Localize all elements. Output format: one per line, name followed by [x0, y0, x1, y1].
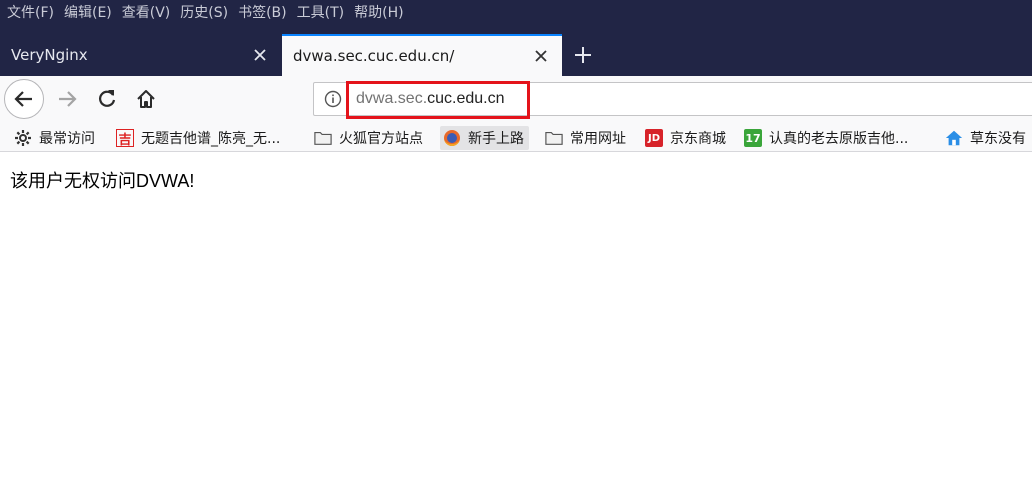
back-button[interactable]: [4, 79, 44, 119]
tab-dvwa[interactable]: dvwa.sec.cuc.edu.cn/: [282, 34, 562, 76]
url-highlight-box: [346, 81, 530, 119]
bookmark-label: 火狐官方站点: [339, 131, 423, 147]
close-icon[interactable]: [247, 42, 273, 68]
menu-tools[interactable]: 工具(T): [297, 2, 344, 22]
reload-icon: [99, 90, 116, 107]
bookmark-jd[interactable]: JD 京东商城: [645, 126, 726, 150]
bookmark-label: 认真的老去原版吉他...: [769, 131, 909, 147]
url-bar[interactable]: dvwa.sec.cuc.edu.cn: [313, 81, 1032, 119]
menu-view[interactable]: 查看(V): [122, 2, 171, 22]
bookmark-firefox-sites[interactable]: 火狐官方站点: [314, 126, 423, 150]
house-icon: [945, 129, 963, 147]
menu-history[interactable]: 历史(S): [180, 2, 228, 22]
new-tab-button[interactable]: [568, 40, 598, 70]
back-arrow-icon: [14, 91, 32, 107]
bookmark-getting-started[interactable]: 新手上路: [440, 126, 529, 150]
tab-title: VeryNginx: [11, 46, 88, 64]
folder-icon: [314, 129, 332, 147]
bookmark-label: 新手上路: [468, 131, 524, 147]
bookmark-guitar-original[interactable]: 17 认真的老去原版吉他...: [744, 126, 908, 150]
tab-bar: VeryNginx dvwa.sec.cuc.edu.cn/: [0, 24, 1032, 76]
menu-bookmarks[interactable]: 书签(B): [238, 2, 287, 22]
menu-bar: 文件(F) 编辑(E) 查看(V) 历史(S) 书签(B) 工具(T) 帮助(H…: [0, 0, 1032, 24]
reload-button[interactable]: [92, 84, 122, 114]
tab-title: dvwa.sec.cuc.edu.cn/: [293, 47, 455, 65]
bookmark-label: 无题吉他谱_陈亮_无...: [141, 131, 281, 147]
17-site-icon: 17: [744, 129, 762, 147]
ji-site-icon: 吉: [116, 129, 134, 148]
bookmarks-toolbar: 最常访问 吉 无题吉他谱_陈亮_无... 火狐官方站点 新手上路 常用网址 JD…: [0, 124, 1032, 152]
menu-edit[interactable]: 编辑(E): [64, 2, 112, 22]
bookmark-label: 京东商城: [670, 131, 726, 147]
firefox-icon: [443, 129, 461, 147]
forward-button[interactable]: [52, 84, 82, 114]
bookmark-label: 草东没有: [970, 131, 1026, 147]
bookmark-guitar-tab[interactable]: 吉 无题吉他谱_陈亮_无...: [116, 126, 280, 150]
info-icon[interactable]: [324, 90, 342, 108]
folder-icon: [545, 129, 563, 147]
tab-verynginx[interactable]: VeryNginx: [0, 34, 281, 76]
jd-icon: JD: [645, 129, 663, 147]
home-button[interactable]: [131, 84, 161, 114]
access-denied-message: 该用户无权访问DVWA!: [10, 171, 195, 191]
bookmark-common-sites[interactable]: 常用网址: [545, 126, 626, 150]
bookmark-most-visited[interactable]: 最常访问: [14, 126, 95, 150]
menu-help[interactable]: 帮助(H): [354, 2, 403, 22]
home-icon: [137, 90, 155, 108]
gear-icon: [14, 129, 32, 147]
menu-file[interactable]: 文件(F): [7, 2, 54, 22]
forward-arrow-icon: [59, 91, 77, 107]
close-icon[interactable]: [528, 43, 554, 69]
bookmark-caodong[interactable]: 草东没有: [945, 126, 1026, 150]
plus-icon: [575, 47, 591, 63]
bookmark-label: 最常访问: [39, 131, 95, 147]
nav-toolbar: dvwa.sec.cuc.edu.cn: [0, 76, 1032, 124]
bookmark-label: 常用网址: [570, 131, 626, 147]
